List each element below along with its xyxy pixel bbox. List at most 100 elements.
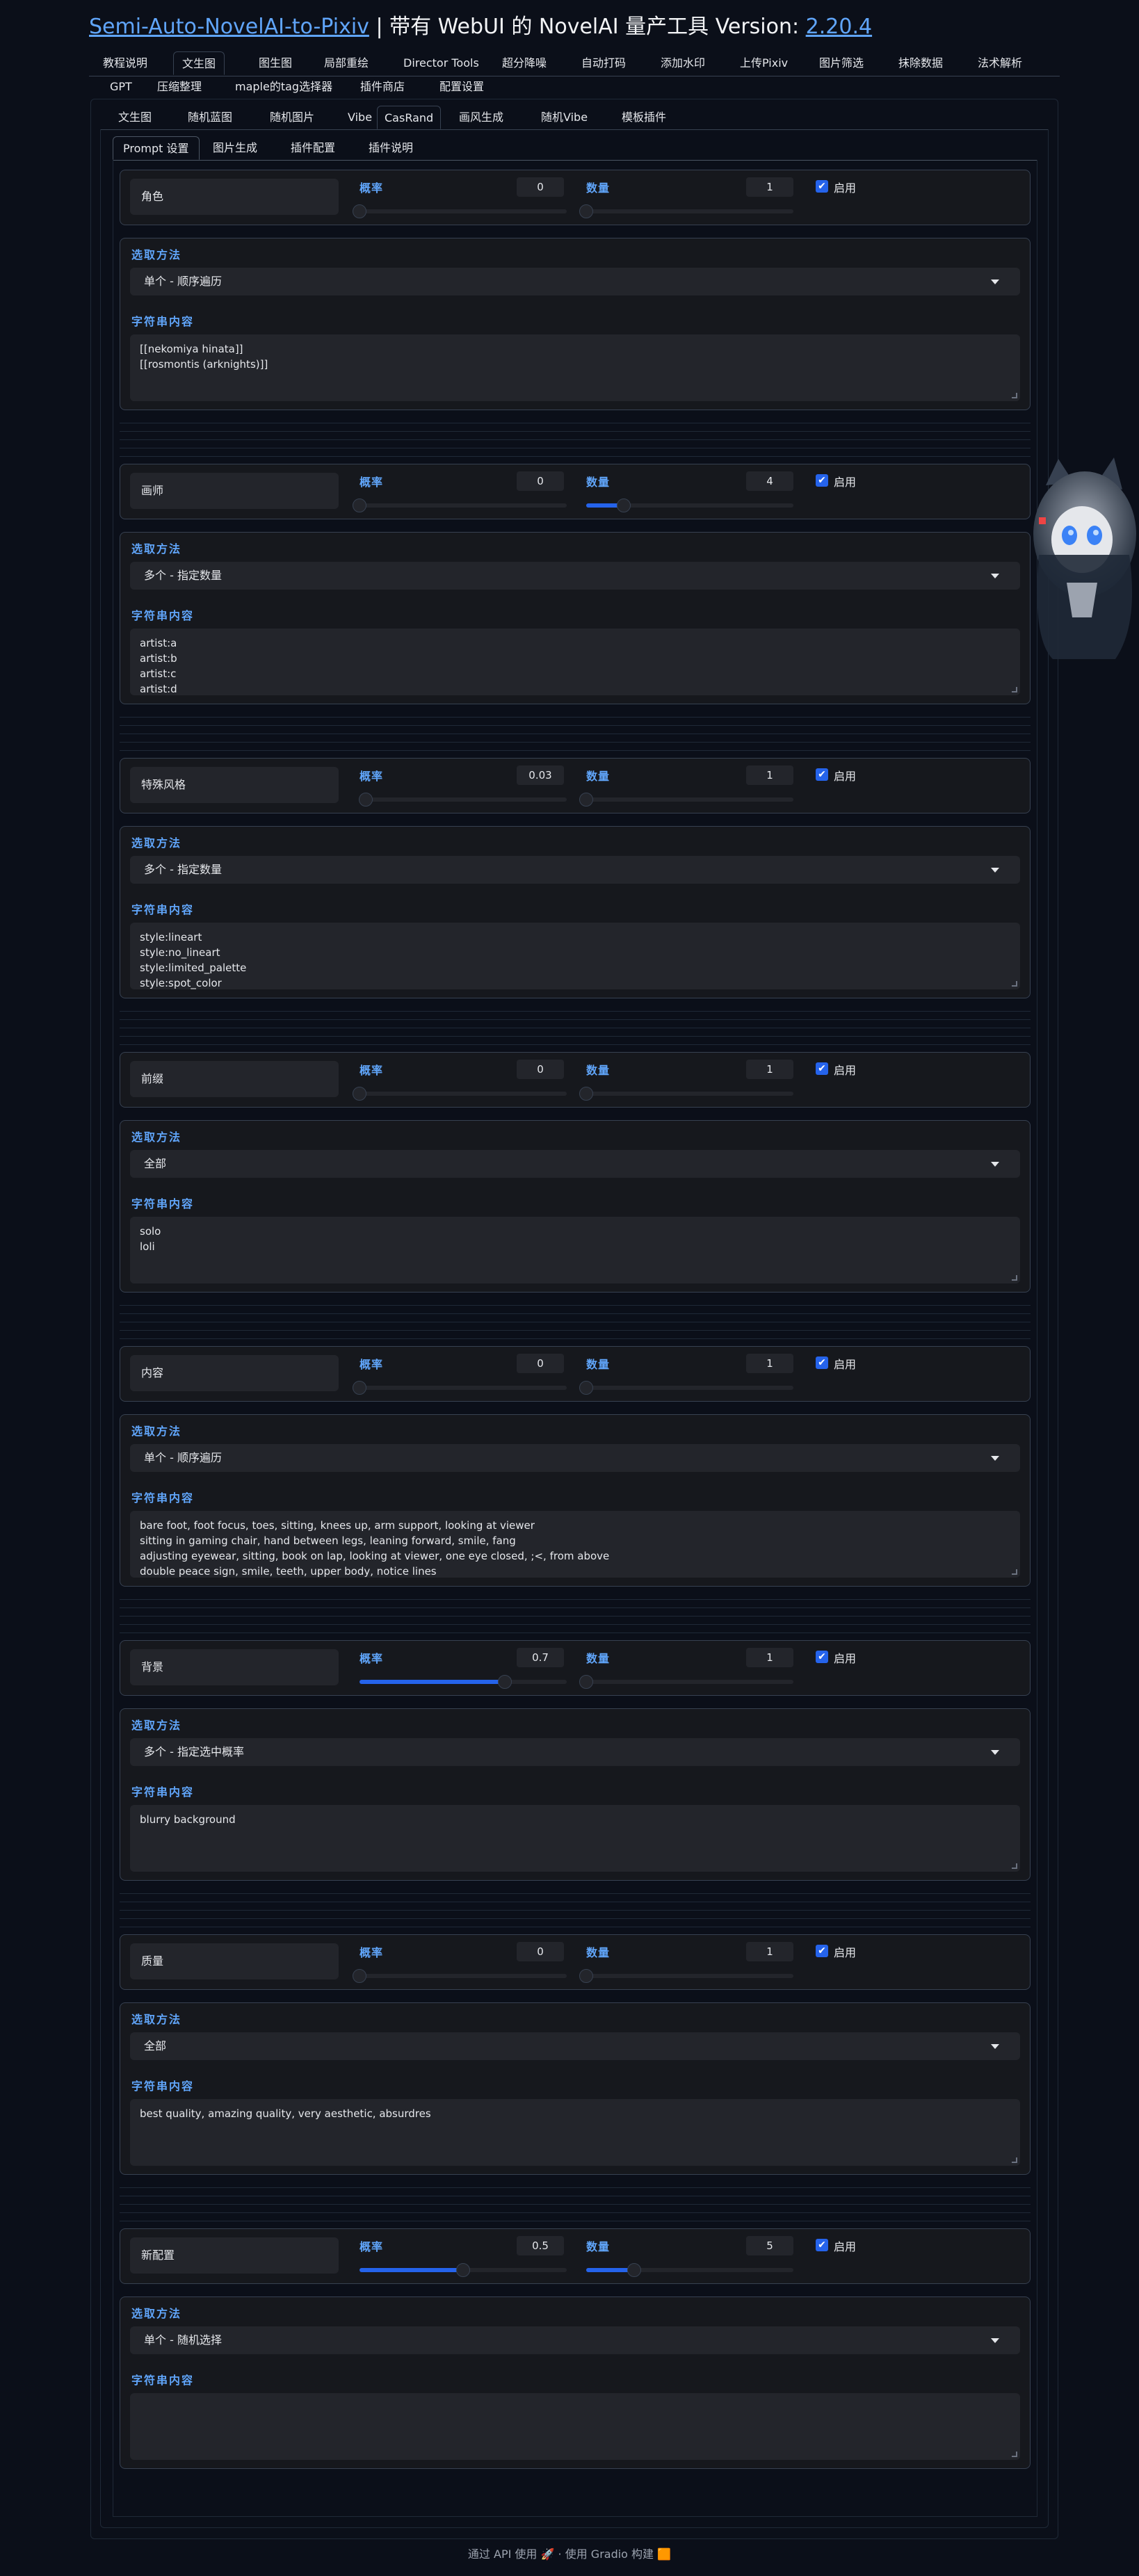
tab-tutorial[interactable]: 教程说明	[95, 51, 156, 75]
method-dropdown[interactable]: 多个 - 指定数量	[130, 856, 1020, 884]
tab-gpt[interactable]: GPT	[102, 75, 140, 99]
count-number-input[interactable]: 5	[746, 2236, 793, 2255]
enable-checkbox[interactable]: ✔	[816, 180, 828, 193]
resize-handle-icon[interactable]	[1012, 1863, 1017, 1869]
tab-plugin-store[interactable]: 插件商店	[352, 75, 413, 99]
resize-handle-icon[interactable]	[1012, 981, 1017, 987]
prob-slider[interactable]	[353, 1381, 567, 1395]
content-textarea[interactable]: blurry background	[130, 1805, 1020, 1872]
ptab-plugin-help[interactable]: 插件说明	[359, 136, 423, 160]
group-name-input[interactable]: 角色	[130, 179, 339, 215]
method-dropdown[interactable]: 多个 - 指定选中概率	[130, 1738, 1020, 1766]
tab-director-tools[interactable]: Director Tools	[395, 51, 487, 75]
group-name-input[interactable]: 质量	[130, 1943, 339, 1979]
tab-config[interactable]: 配置设置	[431, 75, 492, 99]
version-link[interactable]: 2.20.4	[806, 15, 872, 39]
count-number-input[interactable]: 1	[746, 765, 793, 785]
method-dropdown[interactable]: 全部	[130, 1150, 1020, 1178]
method-dropdown[interactable]: 单个 - 顺序遍历	[130, 1444, 1020, 1472]
subtab-style-gen[interactable]: 画风生成	[452, 106, 510, 129]
content-textarea[interactable]: artist:a artist:b artist:c artist:d	[130, 629, 1020, 695]
tab-watermark[interactable]: 添加水印	[652, 51, 713, 75]
enable-checkbox[interactable]: ✔	[816, 474, 828, 487]
enable-checkbox[interactable]: ✔	[816, 1945, 828, 1957]
ptab-image-gen[interactable]: 图片生成	[203, 136, 267, 160]
prob-number-input[interactable]: 0	[517, 471, 564, 491]
group-name-input[interactable]: 前缀	[130, 1061, 339, 1097]
content-textarea[interactable]: [[nekomiya hinata]] [[rosmontis (arknigh…	[130, 334, 1020, 401]
group-name-input[interactable]: 背景	[130, 1649, 339, 1685]
tab-image-filter[interactable]: 图片筛选	[811, 51, 872, 75]
prob-slider[interactable]	[353, 1969, 567, 1983]
content-textarea[interactable]	[130, 2393, 1020, 2460]
count-number-input[interactable]: 1	[746, 177, 793, 197]
ptab-prompt-settings[interactable]: Prompt 设置	[113, 136, 200, 160]
prob-slider[interactable]	[353, 1087, 567, 1101]
prob-number-input[interactable]: 0	[517, 1060, 564, 1079]
gradio-link[interactable]: 使用 Gradio 构建	[565, 2547, 654, 2561]
ptab-plugin-config[interactable]: 插件配置	[281, 136, 345, 160]
prob-number-input[interactable]: 0	[517, 1354, 564, 1373]
count-number-input[interactable]: 4	[746, 471, 793, 491]
content-textarea[interactable]: solo loli	[130, 1217, 1020, 1283]
resize-handle-icon[interactable]	[1012, 1275, 1017, 1281]
resize-handle-icon[interactable]	[1012, 1569, 1017, 1575]
method-dropdown[interactable]: 多个 - 指定数量	[130, 562, 1020, 590]
content-textarea[interactable]: style:lineart style:no_lineart style:lim…	[130, 923, 1020, 989]
tab-pixiv-upload[interactable]: 上传Pixiv	[732, 51, 796, 75]
group-name-input[interactable]: 新配置	[130, 2237, 339, 2274]
method-dropdown[interactable]: 全部	[130, 2032, 1020, 2060]
repo-link[interactable]: Semi-Auto-NovelAI-to-Pixiv	[89, 15, 369, 39]
tab-inpaint[interactable]: 局部重绘	[316, 51, 377, 75]
tab-spell-parse[interactable]: 法术解析	[969, 51, 1031, 75]
enable-checkbox[interactable]: ✔	[816, 1651, 828, 1663]
group-name-input[interactable]: 特殊风格	[130, 767, 339, 803]
subtab-vibe[interactable]: Vibe	[341, 106, 379, 129]
count-number-input[interactable]: 1	[746, 1060, 793, 1079]
tab-txt2img[interactable]: 文生图	[173, 51, 225, 75]
enable-checkbox[interactable]: ✔	[816, 1356, 828, 1369]
api-link[interactable]: 通过 API 使用	[468, 2547, 538, 2561]
count-slider[interactable]	[579, 1675, 793, 1689]
tab-img2img[interactable]: 图生图	[250, 51, 300, 75]
prob-number-input[interactable]: 0	[517, 1942, 564, 1961]
count-number-input[interactable]: 1	[746, 1942, 793, 1961]
subtab-random-blueprint[interactable]: 随机蓝图	[181, 106, 239, 129]
method-dropdown[interactable]: 单个 - 顺序遍历	[130, 268, 1020, 295]
count-number-input[interactable]: 1	[746, 1354, 793, 1373]
tab-erase-data[interactable]: 抹除数据	[890, 51, 951, 75]
prob-number-input[interactable]: 0.7	[517, 1648, 564, 1667]
count-slider[interactable]	[579, 1969, 793, 1983]
count-slider[interactable]	[586, 2263, 793, 2277]
subtab-casrand[interactable]: CasRand	[377, 106, 442, 129]
subtab-random-vibe[interactable]: 随机Vibe	[534, 106, 595, 129]
prob-slider[interactable]	[353, 499, 567, 512]
enable-checkbox[interactable]: ✔	[816, 1062, 828, 1075]
enable-checkbox[interactable]: ✔	[816, 768, 828, 781]
prob-slider[interactable]	[353, 204, 567, 218]
content-textarea[interactable]: best quality, amazing quality, very aest…	[130, 2099, 1020, 2166]
resize-handle-icon[interactable]	[1012, 2452, 1017, 2457]
subtab-txt2img[interactable]: 文生图	[111, 106, 159, 129]
prob-slider[interactable]	[360, 1675, 567, 1689]
tab-maple-tag-selector[interactable]: maple的tag选择器	[227, 75, 341, 99]
count-slider[interactable]	[579, 1087, 793, 1101]
count-slider[interactable]	[586, 499, 793, 512]
count-slider[interactable]	[579, 204, 793, 218]
tab-mosaic[interactable]: 自动打码	[573, 51, 634, 75]
enable-checkbox[interactable]: ✔	[816, 2239, 828, 2251]
group-name-input[interactable]: 内容	[130, 1355, 339, 1391]
prob-number-input[interactable]: 0.03	[517, 765, 564, 785]
resize-handle-icon[interactable]	[1012, 687, 1017, 692]
tab-upscale[interactable]: 超分降噪	[494, 51, 555, 75]
group-name-input[interactable]: 画师	[130, 473, 339, 509]
prob-number-input[interactable]: 0	[517, 177, 564, 197]
resize-handle-icon[interactable]	[1012, 393, 1017, 398]
method-dropdown[interactable]: 单个 - 随机选择	[130, 2326, 1020, 2354]
count-number-input[interactable]: 1	[746, 1648, 793, 1667]
content-textarea[interactable]: bare foot, foot focus, toes, sitting, kn…	[130, 1511, 1020, 1578]
prob-slider[interactable]	[360, 2263, 567, 2277]
count-slider[interactable]	[579, 1381, 793, 1395]
prob-number-input[interactable]: 0.5	[517, 2236, 564, 2255]
resize-handle-icon[interactable]	[1012, 2157, 1017, 2163]
